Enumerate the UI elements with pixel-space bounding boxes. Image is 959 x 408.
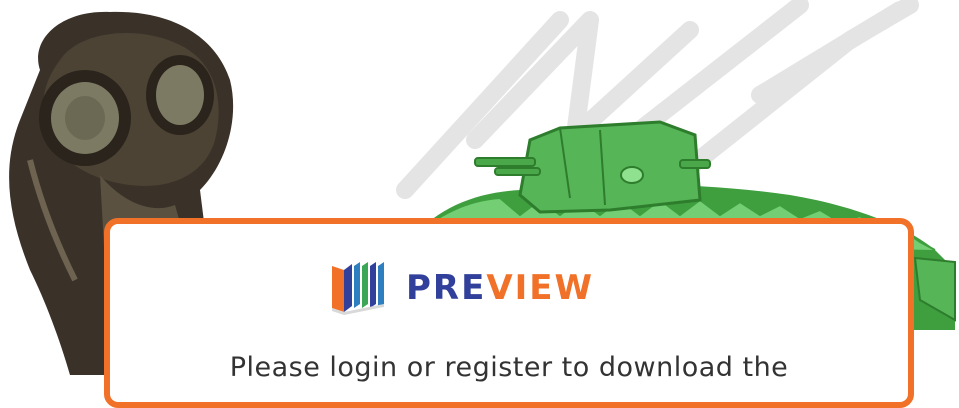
wordmark-part-view: VIEW (486, 268, 595, 308)
login-prompt-text: Please login or register to download the (229, 352, 789, 383)
preview-wordmark: PREVIEW (406, 271, 594, 305)
book-stack-icon (332, 262, 384, 315)
preview-logo: PREVIEW (330, 260, 594, 316)
preview-dialog: PREVIEW Please login or register to down… (104, 218, 914, 408)
wordmark-part-pre: PRE (406, 268, 487, 308)
